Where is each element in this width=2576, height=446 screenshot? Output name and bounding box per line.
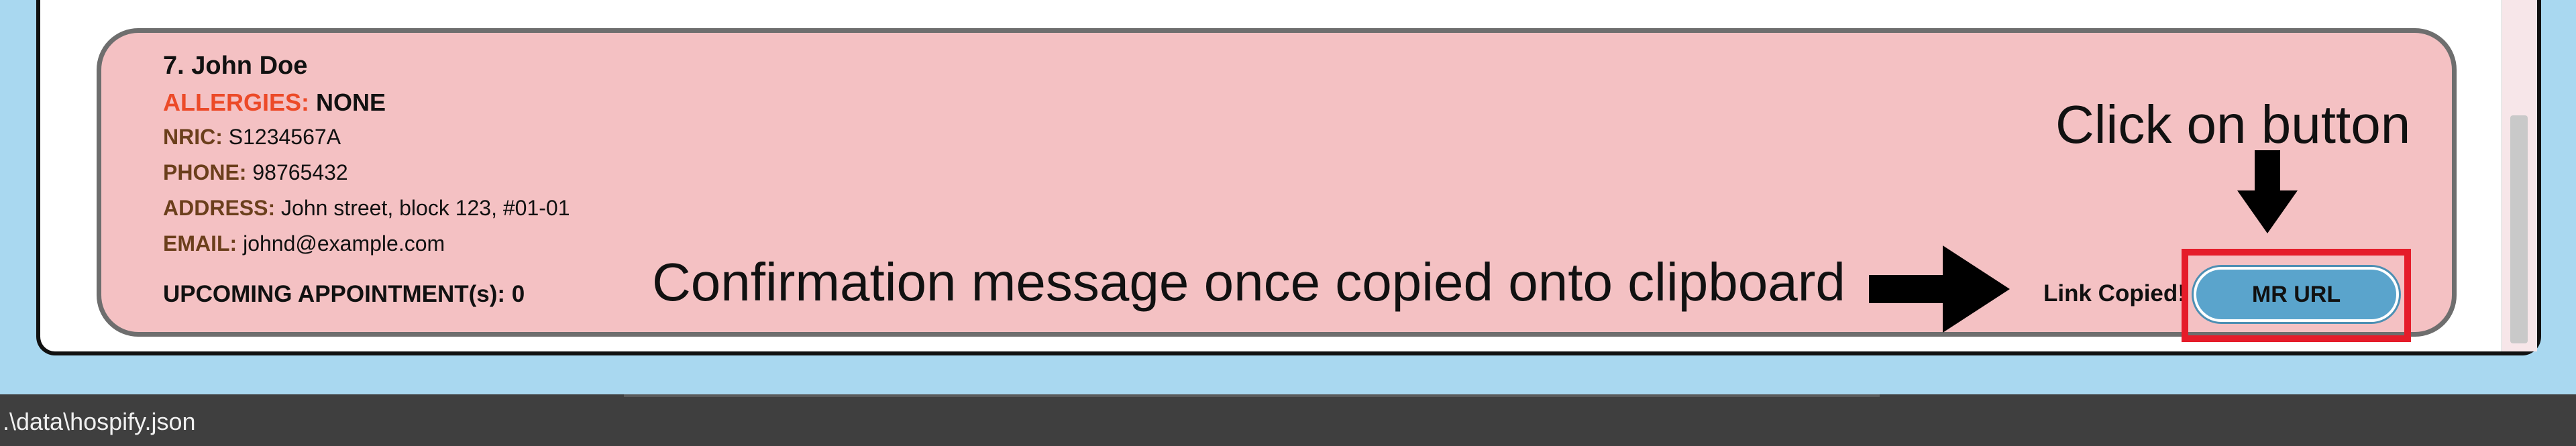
status-divider <box>624 394 1880 397</box>
data-file-path: .\data\hospify.json <box>3 408 196 435</box>
allergies-label: ALLERGIES: <box>163 89 310 116</box>
phone-row: PHONE: 98765432 <box>163 160 348 185</box>
email-row: EMAIL: johnd@example.com <box>163 231 445 256</box>
scrollbar-thumb[interactable] <box>2510 115 2528 343</box>
down-arrow-icon <box>2237 150 2298 233</box>
upcoming-appointments: UPCOMING APPOINTMENT(s): 0 <box>163 281 525 307</box>
scrollbar[interactable] <box>2501 0 2537 351</box>
link-copied-message: Link Copied! <box>2043 280 2186 306</box>
phone-value: 98765432 <box>252 160 348 184</box>
confirmation-annotation: Confirmation message once copied onto cl… <box>652 252 1845 312</box>
mr-url-button[interactable]: MR URL <box>2194 267 2399 322</box>
nric-label: NRIC: <box>163 125 223 149</box>
patient-name: 7. John Doe <box>163 52 308 80</box>
allergies-row: ALLERGIES: NONE <box>163 89 386 117</box>
email-value: johnd@example.com <box>243 231 445 256</box>
right-arrow-icon <box>1869 245 2010 333</box>
phone-label: PHONE: <box>163 160 247 184</box>
email-label: EMAIL: <box>163 231 237 256</box>
address-row: ADDRESS: John street, block 123, #01-01 <box>163 196 570 221</box>
nric-row: NRIC: S1234567A <box>163 125 341 150</box>
address-label: ADDRESS: <box>163 196 276 220</box>
address-value: John street, block 123, #01-01 <box>281 196 570 220</box>
nric-value: S1234567A <box>228 125 341 149</box>
status-bar: .\data\hospify.json <box>0 394 2576 446</box>
click-annotation: Click on button <box>2055 95 2411 154</box>
allergies-value: NONE <box>316 89 386 116</box>
